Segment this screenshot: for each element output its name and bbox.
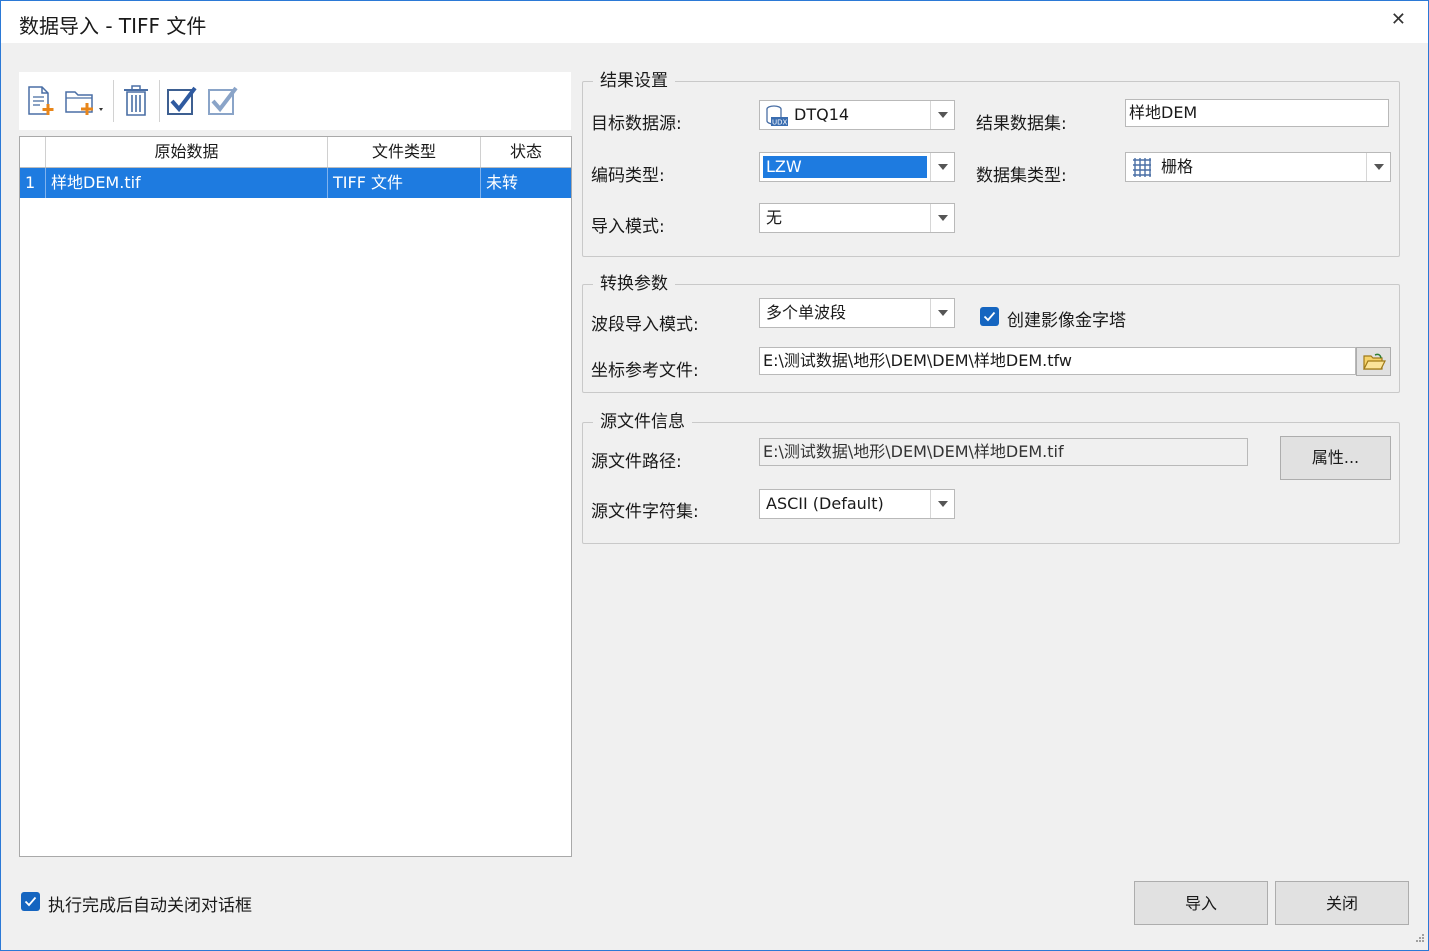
source-path-label: 源文件路径: <box>591 452 682 472</box>
cell-source: 样地DEM.tif <box>46 168 328 198</box>
dataset-type-combo[interactable]: 栅格 <box>1125 152 1391 182</box>
import-mode-combo[interactable]: 无 <box>759 203 955 233</box>
column-header-status[interactable]: 状态 <box>481 137 571 167</box>
column-header-type[interactable]: 文件类型 <box>328 137 481 167</box>
file-list-grid[interactable]: 原始数据 文件类型 状态 1 样地DEM.tif TIFF 文件 未转 <box>19 136 572 857</box>
chevron-down-icon[interactable] <box>930 101 954 129</box>
row-index: 1 <box>20 168 46 198</box>
chevron-down-icon[interactable] <box>930 153 954 181</box>
import-mode-value: 无 <box>766 208 783 227</box>
group-title: 源文件信息 <box>593 411 692 433</box>
row-header-corner <box>20 137 46 167</box>
cell-type: TIFF 文件 <box>328 168 481 198</box>
charset-value: ASCII (Default) <box>766 494 884 513</box>
dataset-type-label: 数据集类型: <box>976 166 1067 186</box>
conversion-params-group: 转换参数 波段导入模式: 多个单波段 创建影像金字塔 坐标参考文件: E:\测试… <box>582 273 1400 393</box>
file-toolbar <box>19 72 571 130</box>
toolbar-separator <box>113 80 114 122</box>
column-header-source[interactable]: 原始数据 <box>46 137 328 167</box>
result-dataset-input[interactable]: 样地DEM <box>1125 99 1389 127</box>
toolbar-separator <box>159 80 160 122</box>
add-folder-icon[interactable] <box>63 84 107 118</box>
source-file-info-group: 源文件信息 源文件路径: E:\测试数据\地形\DEM\DEM\样地DEM.ti… <box>582 411 1400 544</box>
group-title: 结果设置 <box>593 70 675 92</box>
close-icon[interactable]: ✕ <box>1391 9 1406 30</box>
import-dialog: 数据导入 - TIFF 文件 ✕ 原始数据 文件类型 状态 1 样地DEM.ti… <box>0 0 1429 951</box>
properties-button[interactable]: 属性... <box>1280 436 1391 480</box>
target-datasource-combo[interactable]: UDX DTQ14 <box>759 100 955 130</box>
target-datasource-value: DTQ14 <box>794 105 850 124</box>
close-button[interactable]: 关闭 <box>1275 881 1409 925</box>
source-path-field: E:\测试数据\地形\DEM\DEM\样地DEM.tif <box>759 438 1248 466</box>
import-button[interactable]: 导入 <box>1134 881 1268 925</box>
datasource-icon: UDX <box>765 105 789 131</box>
svg-text:UDX: UDX <box>772 119 788 127</box>
dataset-type-value: 栅格 <box>1161 157 1194 176</box>
target-datasource-label: 目标数据源: <box>591 114 682 134</box>
dialog-title: 数据导入 - TIFF 文件 <box>19 14 207 38</box>
pyramid-label: 创建影像金字塔 <box>1007 311 1126 331</box>
add-file-icon[interactable] <box>25 84 57 118</box>
table-row[interactable]: 1 样地DEM.tif TIFF 文件 未转 <box>20 168 571 198</box>
cell-status: 未转 <box>486 173 519 192</box>
charset-combo[interactable]: ASCII (Default) <box>759 489 955 519</box>
pyramid-checkbox[interactable] <box>980 307 999 326</box>
chevron-down-icon[interactable] <box>930 299 954 327</box>
import-mode-label: 导入模式: <box>591 217 665 237</box>
open-folder-icon <box>1362 352 1386 376</box>
grid-raster-icon <box>1131 157 1153 181</box>
auto-close-checkbox[interactable] <box>21 892 40 911</box>
select-all-icon[interactable] <box>165 84 197 118</box>
result-settings-group: 结果设置 目标数据源: UDX DTQ14 结果数据集: 样地DEM 编码类型:… <box>582 70 1400 257</box>
select-invert-icon[interactable] <box>206 84 238 118</box>
group-title: 转换参数 <box>593 273 675 295</box>
band-mode-value: 多个单波段 <box>766 303 847 322</box>
encoding-type-value: LZW <box>766 157 802 176</box>
browse-button[interactable] <box>1356 347 1391 376</box>
coord-file-input[interactable]: E:\测试数据\地形\DEM\DEM\样地DEM.tfw <box>759 347 1356 375</box>
resize-grip-icon[interactable] <box>1415 928 1425 947</box>
auto-close-label: 执行完成后自动关闭对话框 <box>48 896 252 916</box>
encoding-type-combo[interactable]: LZW <box>759 152 955 182</box>
chevron-down-icon[interactable] <box>930 204 954 232</box>
chevron-down-icon[interactable] <box>1366 153 1390 181</box>
charset-label: 源文件字符集: <box>591 502 699 522</box>
band-mode-combo[interactable]: 多个单波段 <box>759 298 955 328</box>
grid-header: 原始数据 文件类型 状态 <box>20 137 571 168</box>
coord-file-label: 坐标参考文件: <box>591 361 699 381</box>
encoding-type-label: 编码类型: <box>591 166 665 186</box>
delete-icon[interactable] <box>120 84 152 118</box>
result-dataset-label: 结果数据集: <box>976 114 1067 134</box>
band-mode-label: 波段导入模式: <box>591 315 699 335</box>
chevron-down-icon[interactable] <box>930 490 954 518</box>
title-bar: 数据导入 - TIFF 文件 ✕ <box>1 1 1428 43</box>
